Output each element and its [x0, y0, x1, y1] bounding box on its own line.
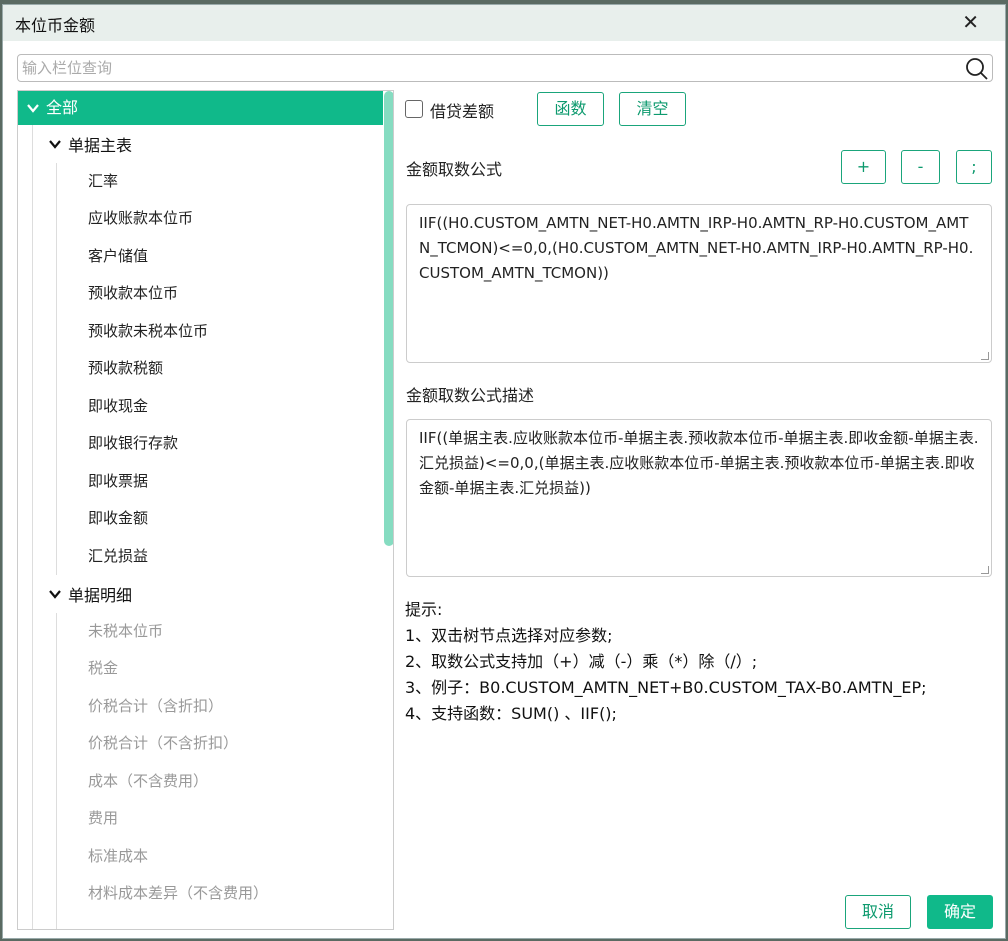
minus-button[interactable]: -: [901, 150, 940, 184]
tips-title: 提示:: [405, 600, 443, 619]
dialog-titlebar: 本位币金额 ✕: [3, 5, 1005, 41]
field-tree: 全部 单据主表 汇率 应收账款本位币 客户储值 预收款本位币 预收款未税本位币 预收款税额…: [17, 90, 394, 930]
tree-leaf-item[interactable]: 未税本位币: [18, 613, 383, 651]
close-icon[interactable]: ✕: [962, 10, 979, 34]
tips-block: 提示: 1、双击树节点选择对应参数; 2、取数公式支持加（+）减（-）乘（*）除…: [405, 597, 927, 727]
tree-list: 全部 单据主表 汇率 应收账款本位币 客户储值 预收款本位币 预收款未税本位币 预收款税额…: [18, 91, 383, 913]
checkbox-label: 借贷差额: [430, 102, 495, 121]
tree-node-label: 全部: [46, 98, 79, 117]
tree-leaf-item[interactable]: 客户储值: [18, 238, 383, 276]
clear-button[interactable]: 清空: [619, 92, 686, 126]
tree-guide-line: [56, 613, 57, 929]
search-box: [17, 54, 993, 82]
plus-button[interactable]: +: [841, 150, 886, 184]
cancel-button[interactable]: 取消: [845, 895, 911, 929]
tree-guide-line: [32, 125, 33, 929]
tree-leaf-item[interactable]: 价税合计（含折扣）: [18, 688, 383, 726]
tree-leaf-item[interactable]: 价税合计（不含折扣）: [18, 725, 383, 763]
tree-group-label: 单据明细: [68, 585, 133, 605]
tree-group-detail[interactable]: 单据明细: [18, 575, 383, 613]
tree-group-items: 未税本位币 税金 价税合计（含折扣） 价税合计（不含折扣） 成本（不含费用） 费用 标准成本…: [18, 613, 383, 913]
tip-line: 1、双击树节点选择对应参数;: [405, 626, 613, 645]
formula-textarea[interactable]: IIF((H0.CUSTOM_AMTN_NET-H0.AMTN_IRP-H0.A…: [406, 204, 992, 363]
description-label: 金额取数公式描述: [406, 386, 535, 405]
resize-handle-icon[interactable]: [981, 352, 989, 360]
debit-credit-checkbox[interactable]: [405, 100, 423, 118]
tree-leaf-item[interactable]: 预收款未税本位币: [18, 313, 383, 351]
formula-label: 金额取数公式: [406, 160, 503, 179]
confirm-button[interactable]: 确定: [927, 895, 993, 929]
tree-scrollbar[interactable]: [384, 91, 393, 546]
tree-leaf-item[interactable]: 成本（不含费用）: [18, 763, 383, 801]
tree-guide-line: [56, 163, 57, 575]
resize-handle-icon[interactable]: [981, 566, 989, 574]
chevron-down-icon[interactable]: [48, 137, 62, 151]
tip-line: 2、取数公式支持加（+）减（-）乘（*）除（/）;: [405, 652, 758, 671]
function-button[interactable]: 函数: [537, 92, 604, 126]
semicolon-button[interactable]: ;: [956, 150, 992, 184]
chevron-down-icon[interactable]: [48, 587, 62, 601]
description-text: IIF((单据主表.应收账款本位币-单据主表.预收款本位币-单据主表.即收金额-…: [419, 429, 979, 497]
chevron-down-icon[interactable]: [26, 101, 40, 115]
tree-leaf-item[interactable]: 费用: [18, 800, 383, 838]
tree-group-main[interactable]: 单据主表: [18, 125, 383, 163]
search-input[interactable]: [18, 55, 948, 81]
formula-text: IIF((H0.CUSTOM_AMTN_NET-H0.AMTN_IRP-H0.A…: [419, 214, 974, 282]
search-icon[interactable]: [965, 57, 989, 81]
formula-panel: 借贷差额 函数 清空 金额取数公式 + - ; IIF((H0.CUSTOM_A…: [405, 90, 995, 930]
tree-leaf-item[interactable]: 汇兑损益: [18, 538, 383, 576]
tree-group-label: 单据主表: [68, 135, 133, 155]
tree-leaf-item[interactable]: 材料成本差异（不含费用）: [18, 875, 383, 913]
tree-leaf-item[interactable]: 应收账款本位币: [18, 200, 383, 238]
tree-leaf-item[interactable]: 标准成本: [18, 838, 383, 876]
tree-node-root[interactable]: 全部: [18, 91, 383, 125]
tip-line: 4、支持函数：SUM() 、IIF();: [405, 704, 617, 723]
tree-group-items: 汇率 应收账款本位币 客户储值 预收款本位币 预收款未税本位币 预收款税额 即收现金 即收银行…: [18, 163, 383, 576]
tree-leaf-item[interactable]: 即收现金: [18, 388, 383, 426]
tip-line: 3、例子：B0.CUSTOM_AMTN_NET+B0.CUSTOM_TAX-B0…: [405, 678, 927, 697]
tree-leaf-item[interactable]: 汇率: [18, 163, 383, 201]
description-textarea[interactable]: IIF((单据主表.应收账款本位币-单据主表.预收款本位币-单据主表.即收金额-…: [406, 419, 992, 577]
tree-leaf-item[interactable]: 即收银行存款: [18, 425, 383, 463]
amount-dialog: 本位币金额 ✕ 全部 单据主表 汇率应收账款本位币客户储值预收款本位币预收款未税…: [2, 4, 1006, 939]
tree-leaf-item[interactable]: 即收金额: [18, 500, 383, 538]
tree-leaf-item[interactable]: 即收票据: [18, 463, 383, 501]
dialog-title: 本位币金额: [15, 16, 96, 35]
tree-leaf-item[interactable]: 预收款税额: [18, 350, 383, 388]
tree-leaf-item[interactable]: 税金: [18, 650, 383, 688]
tree-leaf-item[interactable]: 预收款本位币: [18, 275, 383, 313]
